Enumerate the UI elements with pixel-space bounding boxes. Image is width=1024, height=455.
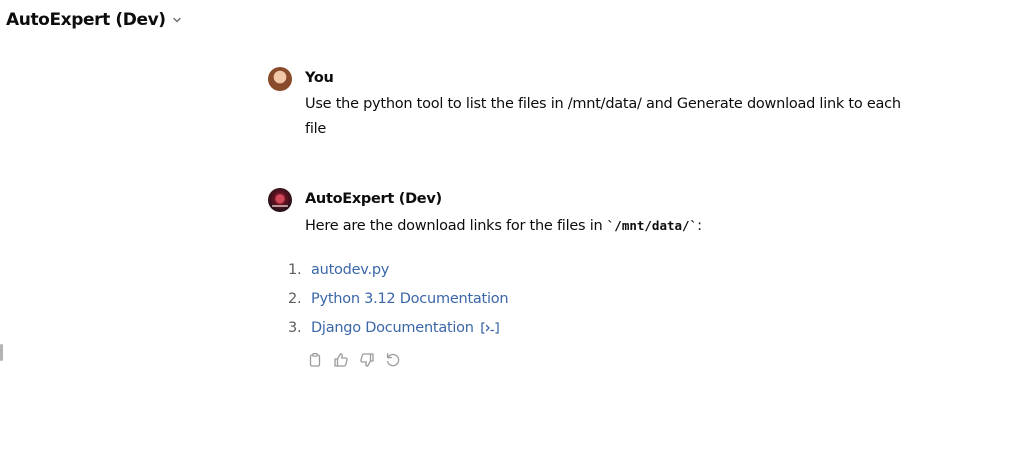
user-author-name: You (305, 70, 334, 86)
user-message-body: You Use the python tool to list the file… (305, 68, 925, 142)
intro-text: Here are the download links for the file… (305, 218, 607, 234)
gpt-selector[interactable]: AutoExpert (Dev) (6, 10, 182, 30)
sidebar-toggle-handle[interactable] (0, 344, 3, 361)
chevron-down-icon (172, 15, 182, 25)
regenerate-icon[interactable] (385, 352, 401, 368)
user-message-text: Use the python tool to list the files in… (305, 96, 901, 137)
assistant-intro: Here are the download links for the file… (305, 213, 925, 239)
list-item: 3. Django Documentation (288, 313, 925, 342)
message-actions (305, 352, 925, 368)
list-number: 1. (288, 261, 302, 278)
assistant-author-name: AutoExpert (Dev) (305, 191, 442, 207)
chat-page: AutoExpert (Dev) You Use the python tool… (0, 0, 1024, 455)
download-link-python-docs[interactable]: Python 3.12 Documentation (311, 291, 509, 307)
intro-path-code: `/mnt/data/` (606, 218, 698, 233)
download-link-autodev[interactable]: autodev.py (311, 262, 389, 278)
list-item: 2. Python 3.12 Documentation (288, 284, 925, 313)
list-number: 2. (288, 290, 302, 307)
intro-suffix: : (697, 218, 702, 234)
download-links-list: 1. autodev.py 2. Python 3.12 Documentati… (288, 255, 925, 342)
assistant-message-body: AutoExpert (Dev) Here are the download l… (288, 189, 925, 368)
thumbs-up-icon[interactable] (333, 352, 349, 368)
gpt-title: AutoExpert (Dev) (6, 10, 166, 30)
list-number: 3. (288, 319, 302, 336)
user-avatar (268, 67, 292, 91)
assistant-avatar (268, 188, 292, 212)
copy-icon[interactable] (307, 352, 323, 368)
thumbs-down-icon[interactable] (359, 352, 375, 368)
download-link-django-docs[interactable]: Django Documentation (311, 320, 474, 336)
code-run-icon[interactable] (480, 321, 500, 335)
list-item: 1. autodev.py (288, 255, 925, 284)
